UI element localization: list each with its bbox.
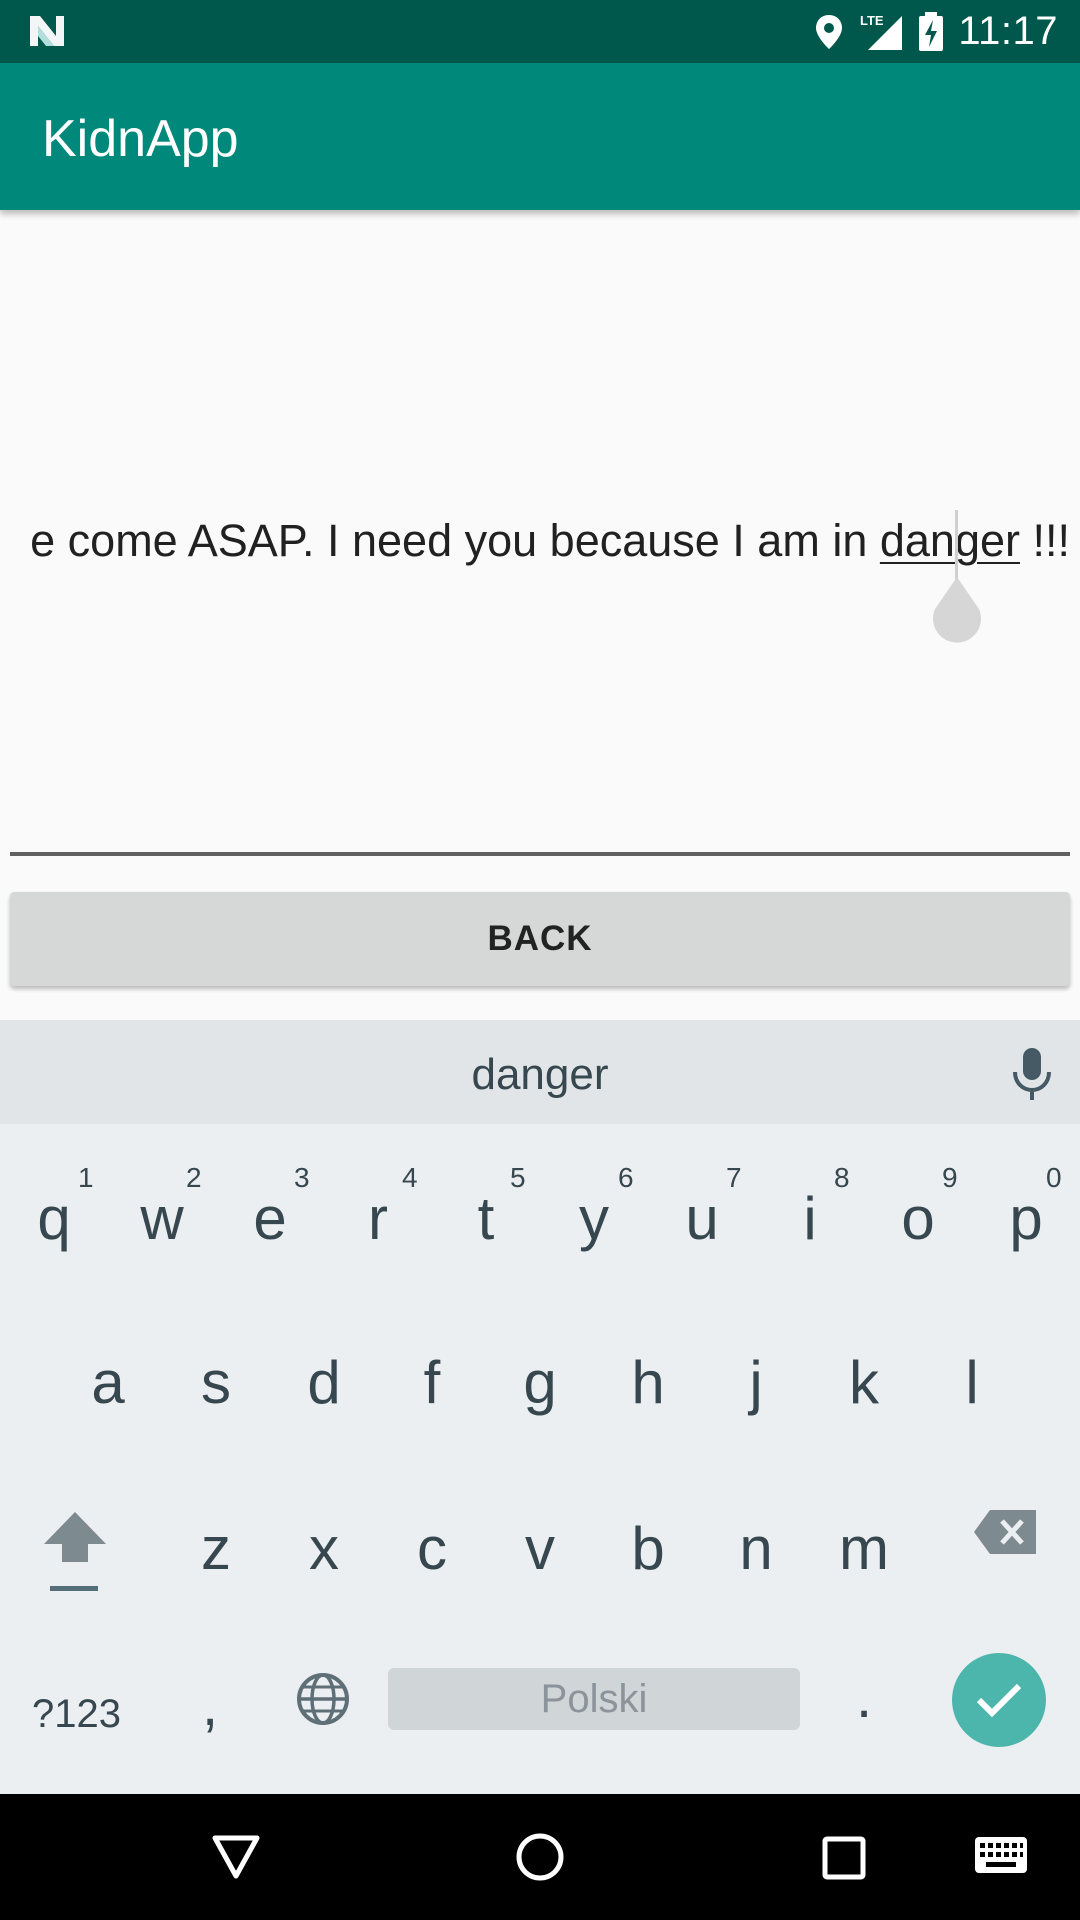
key-b[interactable]: b [612,1514,684,1583]
key-label: p [1009,1185,1043,1252]
key-hint: 3 [294,1162,310,1193]
suggestion-strip: danger [0,1020,1080,1124]
key-hint: 4 [402,1162,418,1193]
key-hint: 1 [78,1162,94,1193]
key-label: w [140,1185,184,1252]
back-triangle-icon[interactable] [211,1834,261,1880]
key-e[interactable]: e3 [234,1162,309,1253]
app-title: KidnApp [42,110,239,168]
comma-key[interactable]: , [202,1672,218,1739]
key-z[interactable]: z [180,1514,252,1583]
symbols-key[interactable]: ?123 [32,1692,121,1737]
shift-icon[interactable] [42,1508,108,1598]
key-j[interactable]: j [720,1348,792,1417]
key-o[interactable]: o9 [882,1162,957,1253]
key-hint: 0 [1046,1162,1062,1193]
clock: 11:17 [958,9,1058,53]
app-bar: KidnApp [0,63,1080,210]
key-t[interactable]: t5 [450,1162,526,1253]
checkmark-icon [976,1683,1022,1718]
key-s[interactable]: s [180,1348,252,1417]
signal-icon: LTE [860,13,903,50]
recents-square-icon[interactable] [822,1836,866,1880]
key-w[interactable]: w2 [126,1162,201,1253]
key-hint: 8 [834,1162,850,1193]
key-h[interactable]: h [612,1348,684,1417]
key-l[interactable]: l [936,1348,1008,1417]
backspace-icon[interactable] [972,1508,1038,1556]
key-x[interactable]: x [288,1514,360,1583]
key-c[interactable]: c [396,1514,468,1583]
home-circle-icon[interactable] [515,1832,565,1882]
status-bar: LTE 11:17 [0,0,1080,63]
back-button[interactable]: BACK [10,892,1070,986]
network-type-label: LTE [860,13,884,28]
battery-charging-icon [919,11,944,51]
globe-icon[interactable] [295,1671,351,1727]
space-key[interactable]: Polski [388,1668,800,1730]
key-hint: 9 [942,1162,958,1193]
key-q[interactable]: q1 [18,1162,93,1253]
period-key[interactable]: . [856,1664,872,1731]
key-hint: 6 [618,1162,634,1193]
message-text: e come ASAP. I need you because I am in … [30,515,1070,567]
key-i[interactable]: i8 [774,1162,849,1253]
key-label: r [368,1185,388,1252]
navigation-bar [0,1794,1080,1920]
key-m[interactable]: m [828,1514,900,1583]
key-label: y [579,1185,609,1252]
key-d[interactable]: d [288,1348,360,1417]
cursor-handle-icon[interactable] [931,575,983,647]
key-label: t [477,1185,495,1252]
key-v[interactable]: v [504,1514,576,1583]
keyboard-icon[interactable] [974,1836,1028,1876]
key-label: e [253,1185,287,1252]
key-y[interactable]: y6 [558,1162,634,1253]
input-underline [10,852,1070,856]
enter-key[interactable] [952,1653,1046,1747]
location-icon [816,14,843,49]
key-k[interactable]: k [828,1348,900,1417]
n-logo-icon [30,16,64,46]
main-content: e come ASAP. I need you because I am in … [0,210,1080,1020]
microphone-icon[interactable] [1010,1046,1054,1102]
key-u[interactable]: u7 [666,1162,741,1253]
text-cursor [955,510,958,580]
key-n[interactable]: n [720,1514,792,1583]
key-hint: 5 [510,1162,526,1193]
key-a[interactable]: a [72,1348,144,1417]
suggestion-word[interactable]: danger [0,1050,1080,1100]
key-label: q [37,1185,71,1252]
key-label: i [803,1185,817,1252]
composing-word: danger [879,515,1020,566]
key-f[interactable]: f [396,1348,468,1417]
key-label: o [901,1185,935,1252]
key-r[interactable]: r4 [342,1162,418,1253]
key-hint: 7 [726,1162,742,1193]
key-label: u [685,1185,719,1252]
key-g[interactable]: g [504,1348,576,1417]
message-input[interactable]: e come ASAP. I need you because I am in … [10,210,1070,856]
message-text-before: e come ASAP. I need you because I am in [30,515,880,566]
key-p[interactable]: p0 [990,1162,1062,1253]
soft-keyboard: danger q1 w2 e3 r4 t5 y6 u7 i8 o9 p0 a s… [0,1020,1080,1794]
key-hint: 2 [186,1162,202,1193]
message-text-after: !!! [1019,515,1070,566]
